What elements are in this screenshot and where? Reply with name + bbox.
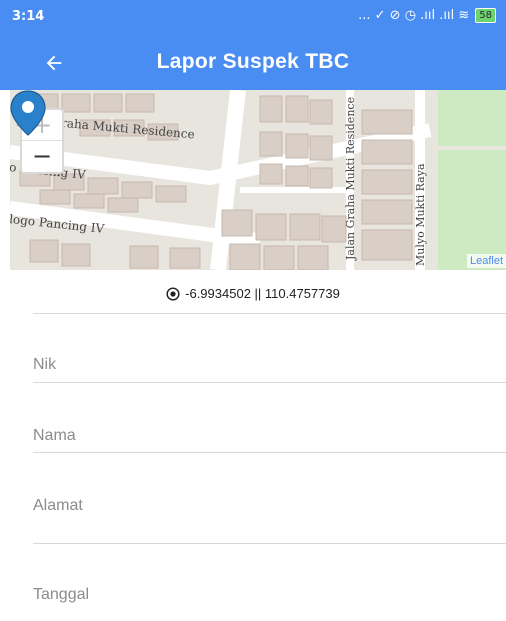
eye-icon bbox=[166, 286, 180, 301]
nik-field-wrap bbox=[33, 356, 506, 374]
app-bar: Lapor Suspek TBC bbox=[0, 36, 506, 90]
location-readout: -6.9934502 || 110.4757739 bbox=[0, 286, 506, 301]
status-indicators: ... ✓ ⊘ ◷ .ııl .ııl ≋ bbox=[358, 8, 470, 23]
battery-icon: 58 bbox=[475, 8, 496, 23]
status-time: 3:14 bbox=[12, 9, 45, 24]
nik-input[interactable] bbox=[33, 356, 493, 374]
tanggal-input[interactable] bbox=[33, 586, 493, 604]
coordinates-text: -6.9934502 || 110.4757739 bbox=[185, 286, 340, 301]
tanggal-field-wrap bbox=[33, 586, 506, 604]
nama-input[interactable] bbox=[33, 427, 493, 445]
map-label-mulyo: Mulyo Mukti Raya bbox=[414, 163, 427, 266]
leaflet-attribution-link[interactable]: Leaflet bbox=[466, 254, 506, 268]
nama-field-wrap bbox=[33, 427, 506, 445]
nik-underline bbox=[33, 382, 506, 383]
divider bbox=[33, 313, 506, 314]
alamat-input[interactable] bbox=[33, 497, 493, 515]
page-title: Lapor Suspek TBC bbox=[156, 50, 350, 73]
map-marker-icon[interactable] bbox=[10, 90, 46, 136]
status-bar: 3:14 ... ✓ ⊘ ◷ .ııl .ııl ≋ 58 bbox=[0, 0, 506, 36]
status-icons: ... ✓ ⊘ ◷ .ııl .ııl ≋ 58 bbox=[358, 8, 496, 23]
alamat-field-wrap bbox=[33, 497, 506, 515]
map-view[interactable]: Jalan Graha Mukti Residence o Pancing IV… bbox=[10, 90, 506, 270]
nama-underline bbox=[33, 452, 506, 453]
alamat-underline bbox=[33, 543, 506, 544]
zoom-out-button[interactable]: − bbox=[22, 141, 62, 171]
map-label-road-vertical: Jalan Graha Mukti Residence bbox=[344, 96, 357, 260]
